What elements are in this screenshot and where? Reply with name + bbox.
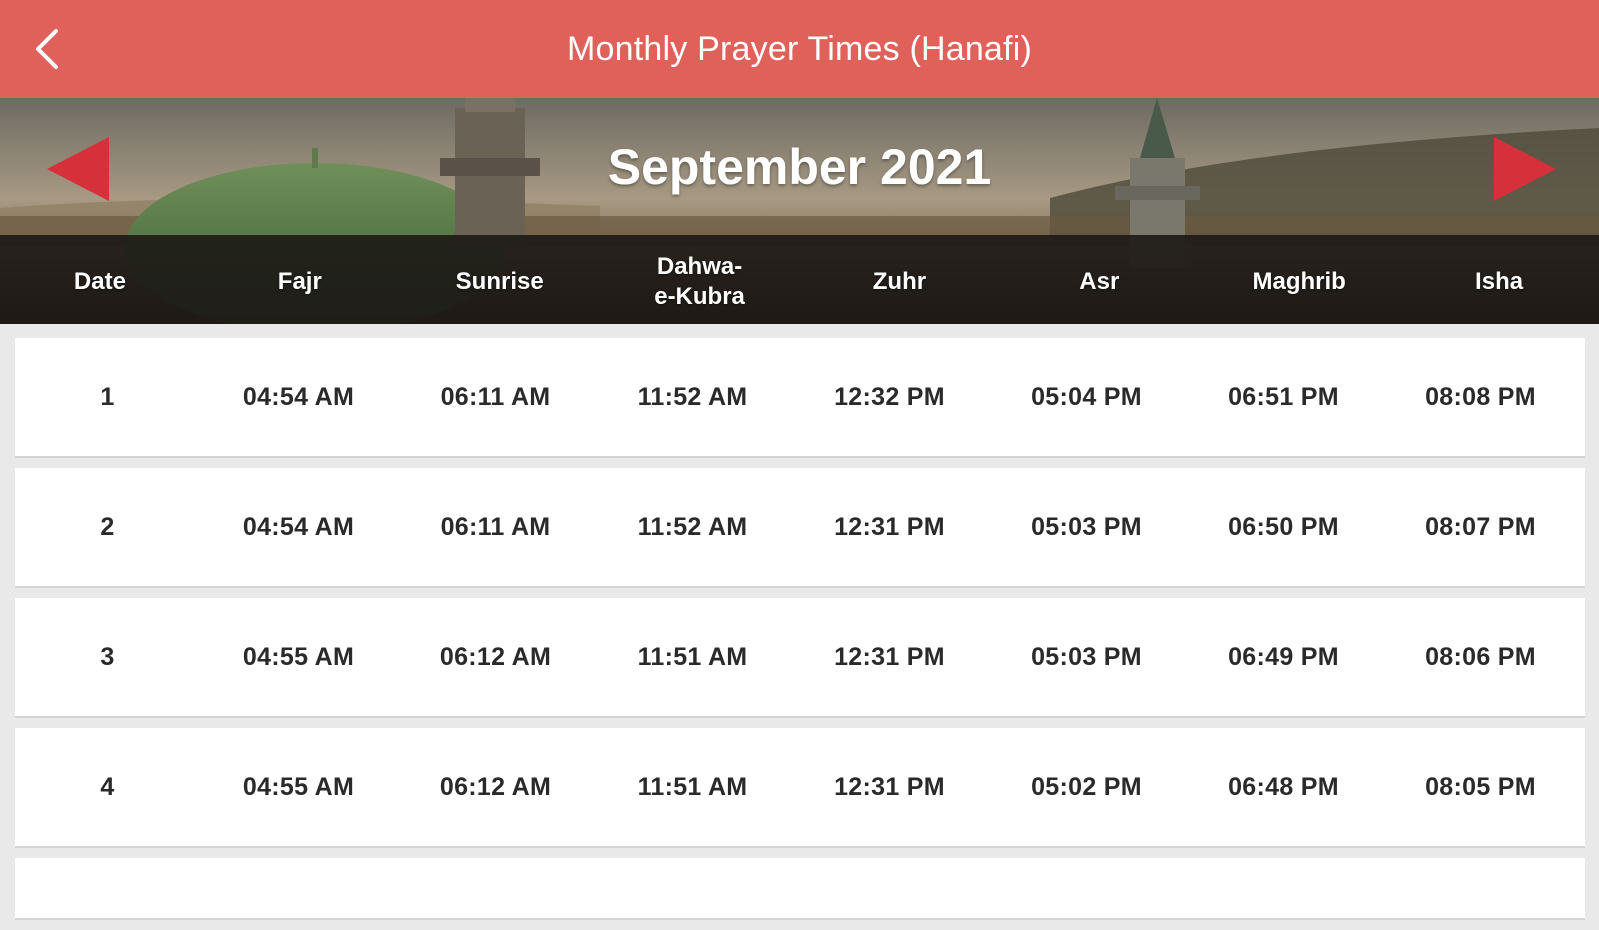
cell-maghrib: 06:51 PM xyxy=(1228,382,1339,411)
cell-isha: 08:07 PM xyxy=(1425,512,1536,541)
cell-maghrib: 06:49 PM xyxy=(1228,642,1339,671)
month-navigator: September 2021 xyxy=(0,98,1599,240)
cell-dahwa: 11:52 AM xyxy=(637,382,748,411)
cell-zuhr: 12:31 PM xyxy=(834,642,945,671)
cell-isha: 08:06 PM xyxy=(1425,642,1536,671)
cell-zuhr: 12:31 PM xyxy=(834,512,945,541)
cell-date: 2 xyxy=(100,512,115,541)
cell-dahwa: 11:51 AM xyxy=(637,772,748,801)
cell-fajr: 04:55 AM xyxy=(242,772,355,801)
app-header: Monthly Prayer Times (Hanafi) xyxy=(0,0,1599,98)
cell-date: 4 xyxy=(100,772,115,801)
table-row: 1 04:54 AM 06:11 AM 11:52 AM 12:32 PM 05… xyxy=(15,338,1585,456)
month-label: September 2021 xyxy=(607,139,992,195)
cell-dahwa: 11:51 AM xyxy=(637,642,748,671)
cell-sunrise: 06:11 AM xyxy=(440,382,551,411)
cell-zuhr: 12:31 PM xyxy=(834,772,945,801)
table-row: 3 04:55 AM 06:12 AM 11:51 AM 12:31 PM 05… xyxy=(15,598,1585,716)
back-button[interactable] xyxy=(22,24,72,74)
cell-asr: 05:03 PM xyxy=(1031,512,1142,541)
cell-sunrise: 06:12 AM xyxy=(439,772,552,801)
triangle-right-icon[interactable] xyxy=(1488,134,1558,204)
table-row xyxy=(15,858,1585,918)
cell-isha: 08:08 PM xyxy=(1425,382,1536,411)
cell-date: 3 xyxy=(100,642,115,671)
table-row: 4 04:55 AM 06:12 AM 11:51 AM 12:31 PM 05… xyxy=(15,728,1585,846)
cell-asr: 05:04 PM xyxy=(1031,382,1142,411)
cell-sunrise: 06:12 AM xyxy=(439,642,552,671)
column-header-maghrib: Maghrib xyxy=(1252,268,1346,295)
prayer-times-table: 1 04:54 AM 06:11 AM 11:52 AM 12:32 PM 05… xyxy=(15,338,1585,930)
month-banner: September 2021 Date Fajr Sunrise Dahwa- … xyxy=(0,98,1599,324)
cell-asr: 05:03 PM xyxy=(1031,642,1142,671)
page-title: Monthly Prayer Times (Hanafi) xyxy=(567,29,1032,68)
cell-date: 1 xyxy=(100,382,115,411)
cell-fajr: 04:55 AM xyxy=(242,642,355,671)
cell-sunrise: 06:11 AM xyxy=(440,512,551,541)
cell-zuhr: 12:32 PM xyxy=(834,382,945,411)
cell-fajr: 04:54 AM xyxy=(242,512,355,541)
table-row: 2 04:54 AM 06:11 AM 11:52 AM 12:31 PM 05… xyxy=(15,468,1585,586)
column-header-date: Date xyxy=(73,268,126,295)
column-header-asr: Asr xyxy=(1079,268,1120,295)
table-header: Date Fajr Sunrise Dahwa- e-Kubra Zuhr As… xyxy=(0,240,1599,324)
cell-fajr: 04:54 AM xyxy=(242,382,355,411)
column-header-sunrise: Sunrise xyxy=(455,268,544,295)
column-header-isha: Isha xyxy=(1475,268,1524,295)
cell-asr: 05:02 PM xyxy=(1031,772,1142,801)
cell-isha: 08:05 PM xyxy=(1425,772,1536,801)
chevron-left-icon xyxy=(36,29,58,69)
cell-dahwa: 11:52 AM xyxy=(637,512,748,541)
column-header-zuhr: Zuhr xyxy=(872,268,927,295)
cell-maghrib: 06:50 PM xyxy=(1228,512,1339,541)
cell-maghrib: 06:48 PM xyxy=(1228,772,1339,801)
column-header-dahwa: Dahwa- e-Kubra xyxy=(654,253,745,310)
column-header-fajr: Fajr xyxy=(277,268,322,295)
